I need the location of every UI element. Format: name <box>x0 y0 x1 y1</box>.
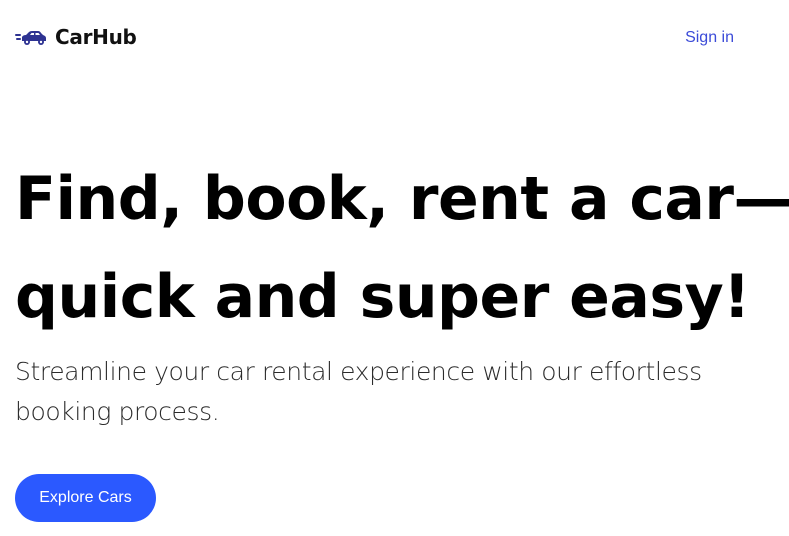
navbar: CarHub Sign in <box>0 0 789 76</box>
hero-subtitle: Streamline your car rental experience wi… <box>15 352 735 432</box>
hero-subtitle-line: Streamline your car rental experience wi… <box>15 357 702 386</box>
logo-text: CarHub <box>55 25 137 49</box>
logo-link[interactable]: CarHub <box>15 25 137 49</box>
page: CarHub Sign in Find, book, rent a car— q… <box>0 0 789 536</box>
hero-title-line: Find, book, rent a car— <box>15 164 789 234</box>
hero-section: Find, book, rent a car— quick and super … <box>15 150 789 346</box>
hero-title-line: quick and super easy! <box>15 262 751 332</box>
explore-cars-button[interactable]: Explore Cars <box>15 474 156 522</box>
hero-title: Find, book, rent a car— quick and super … <box>15 150 789 346</box>
sign-in-link[interactable]: Sign in <box>685 28 734 48</box>
car-icon <box>15 28 47 46</box>
hero-subtitle-line: booking process. <box>15 397 220 426</box>
